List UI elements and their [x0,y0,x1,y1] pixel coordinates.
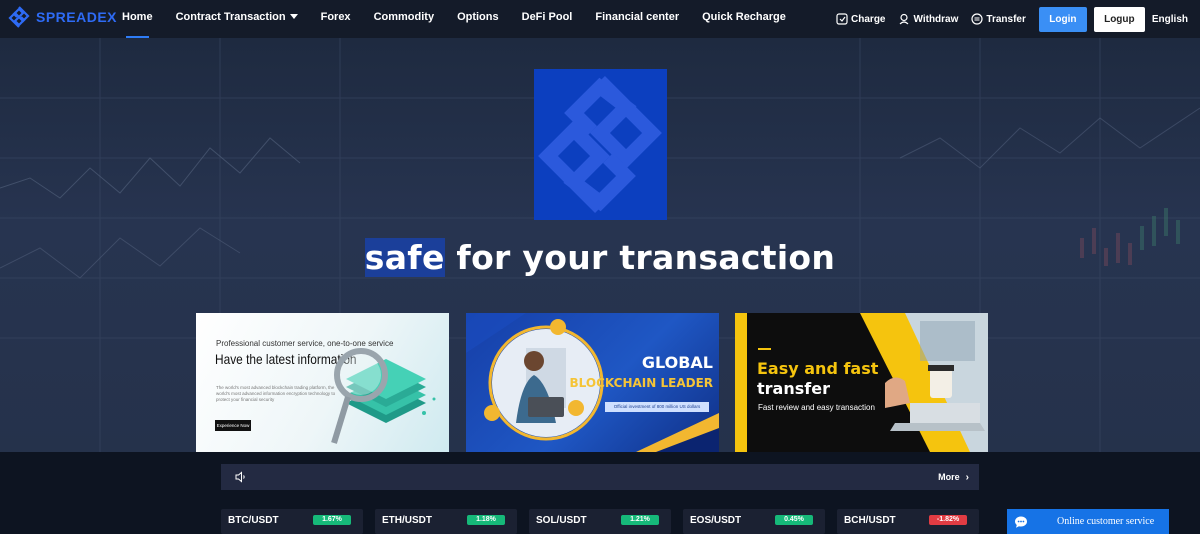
ticker-symbol: SOL/USDT [536,515,587,526]
ticker-row: BTC/USDT 1.67% ETH/USDT 1.18% SOL/USDT 1… [221,509,981,534]
ticker-change-badge: 1.21% [621,515,659,525]
main-nav: Home Contract Transaction Forex Commodit… [122,0,809,38]
more-label: More [938,472,960,482]
login-button[interactable]: Login [1038,6,1087,32]
nav-forex[interactable]: Forex [321,0,351,38]
nav-home-label: Home [122,11,153,23]
banner3-subtitle: Fast review and easy transaction [758,403,875,412]
speaker-icon [235,471,245,483]
ticker-symbol: BCH/USDT [844,515,896,526]
charge-label: Charge [851,13,886,25]
ticker-eth[interactable]: ETH/USDT 1.18% [375,509,517,534]
online-customer-service-button[interactable]: Online customer service [1007,509,1169,534]
chat-label: Online customer service [1057,516,1155,527]
logup-button[interactable]: Logup [1093,6,1145,32]
nav-defi-pool[interactable]: DeFi Pool [522,0,573,38]
banner2-subtitle: BLOCKCHAIN LEADER [569,376,713,390]
transfer-label: Transfer [986,13,1026,25]
brand-logo[interactable]: SPREADEX [8,6,117,28]
banner-easy-fast-transfer[interactable]: Easy and fast transfer Fast review and e… [735,313,988,452]
nav-right: Charge Withdraw Transfer Login Logup Eng… [836,0,1200,38]
notice-bar: More › [221,464,979,490]
nav-quick-recharge[interactable]: Quick Recharge [702,0,786,38]
banner3-title-line2: transfer [757,379,830,398]
ticker-symbol: EOS/USDT [690,515,742,526]
banner2-title: GLOBAL [641,353,713,372]
hero-section: safe for your transaction Professional c… [0,38,1200,452]
ticker-change-badge: 0.45% [775,515,813,525]
hero-tagline: safe for your transaction [0,238,1200,277]
ticker-sol[interactable]: SOL/USDT 1.21% [529,509,671,534]
hero-logo-block [534,69,667,220]
more-link[interactable]: More › [938,464,969,490]
nav-contract-transaction[interactable]: Contract Transaction [176,0,298,38]
chevron-right-icon: › [965,471,969,483]
nav-financial-center[interactable]: Financial center [595,0,679,38]
nav-financial-label: Financial center [595,11,680,23]
spreadex-emblem-icon [538,76,662,213]
nav-recharge-label: Quick Recharge [702,11,786,23]
nav-commodity[interactable]: Commodity [374,0,435,38]
banner2-investment-pill: Official investment of 800 million US do… [605,402,709,412]
money-magnifier-illustration [331,348,436,444]
withdraw-label: Withdraw [913,13,959,25]
withdraw-link[interactable]: Withdraw [898,13,958,25]
ticker-bch[interactable]: BCH/USDT -1.82% [837,509,979,534]
nav-options[interactable]: Options [457,0,499,38]
nav-commodity-label: Commodity [373,11,435,23]
ticker-symbol: BTC/USDT [228,515,279,526]
spreadex-logo-icon [8,6,30,28]
charge-link[interactable]: Charge [836,13,885,25]
banner-global-blockchain-leader[interactable]: GLOBAL BLOCKCHAIN LEADER Official invest… [466,313,719,452]
language-selector[interactable]: English [1152,14,1188,25]
transfer-link[interactable]: Transfer [971,13,1026,25]
withdraw-icon [900,13,909,25]
banner3-title: Easy and fast [757,359,879,378]
ticker-symbol: ETH/USDT [382,515,432,526]
ticker-btc[interactable]: BTC/USDT 1.67% [221,509,363,534]
banner3-accent-dash [758,348,771,350]
caret-down-icon [289,14,298,19]
ticker-eos[interactable]: EOS/USDT 0.45% [683,509,825,534]
nav-defi-label: DeFi Pool [521,11,573,23]
chat-bubble-icon [1015,516,1027,528]
tagline-rest: for your transaction [444,238,836,277]
tagline-highlight: safe [364,238,445,277]
banner-latest-information[interactable]: Professional customer service, one-to-on… [196,313,449,452]
ticker-change-badge: 1.67% [313,515,351,525]
nav-options-label: Options [457,11,499,23]
brand-name: SPREADEX [36,9,118,25]
charge-icon [836,13,848,25]
nav-home[interactable]: Home [122,0,153,38]
nav-forex-label: Forex [320,11,351,23]
nav-contract-label: Contract Transaction [175,11,286,23]
ticker-change-badge: -1.82% [929,515,967,525]
ticker-change-badge: 1.18% [467,515,505,525]
top-navbar: SPREADEX Home Contract Transaction Forex… [0,0,1200,38]
transfer-icon [971,13,984,25]
